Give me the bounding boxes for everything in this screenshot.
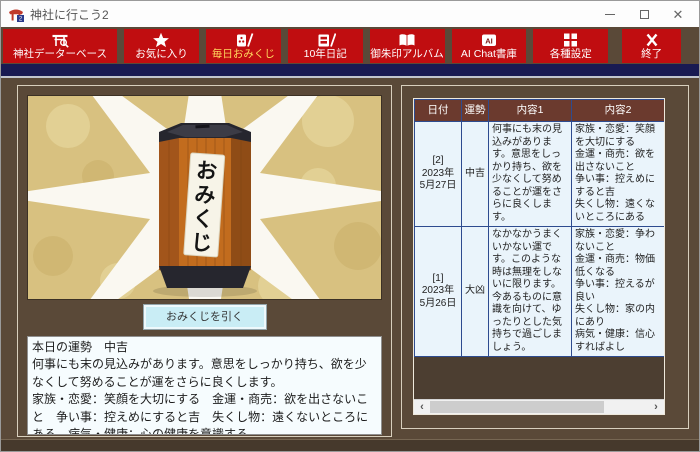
cell-fortune: 大凶: [462, 227, 489, 357]
draw-omikuji-button[interactable]: おみくじを引く: [144, 305, 266, 329]
box-label-char: じ: [190, 231, 213, 255]
exit-button[interactable]: 終了: [622, 29, 681, 63]
header-content2: 内容2: [572, 100, 665, 122]
cell-date: [1] 2023年 5月26日: [415, 227, 462, 357]
omikuji-box-icon: [233, 32, 254, 48]
maximize-icon[interactable]: [627, 3, 661, 25]
cell-content2: 家族・恋愛：笑顔を大切にする 金運・商売：欲を出さないこと 争い事：控えめにする…: [572, 122, 665, 227]
title-bar: 2 神社に行こう2 ✕: [1, 1, 699, 27]
draw-button-row: おみくじを引く: [27, 305, 382, 329]
fortune-result-text: 本日の運勢 中吉 何事にも末の見込みがあります。意思をしっかり持ち、欲を少なくし…: [27, 336, 382, 435]
header-fortune: 運勢: [462, 100, 489, 122]
toolbar-label: 10年日記: [304, 48, 347, 60]
scroll-left-icon[interactable]: ‹: [414, 400, 430, 414]
ten-year-diary-button[interactable]: 10年日記: [288, 29, 363, 63]
goshuin-album-button[interactable]: 御朱印アルバム: [370, 29, 445, 63]
minimize-icon[interactable]: [593, 3, 627, 25]
omikuji-panel: お み く じ おみくじを引く 本日の運勢 中吉 何事にも末の見込みがあります。…: [17, 85, 392, 437]
app-icon: 2: [8, 6, 24, 22]
box-label-char: く: [192, 207, 215, 231]
box-label-char: み: [194, 183, 217, 207]
toolbar-label: 終了: [641, 48, 662, 60]
scrollbar-thumb[interactable]: [430, 401, 604, 413]
diary-icon: [315, 32, 336, 48]
ai-chat-library-button[interactable]: AI AI Chat書庫: [452, 29, 527, 63]
toolbar-label: 神社データーベース: [13, 48, 107, 60]
cell-content1: 何事にも末の見込みがあります。意思をしっかり持ち、欲を少なくして努めることが運を…: [489, 122, 572, 227]
window-title: 神社に行こう2: [30, 6, 109, 23]
toolbar-label: AI Chat書庫: [461, 48, 517, 60]
toolbar-label: 毎日おみくじ: [212, 48, 275, 60]
scroll-right-icon[interactable]: ›: [648, 400, 664, 414]
cell-content1: なかなかうまくいかない運です。このような時は無理をしないに限ります。今あるものに…: [489, 227, 572, 357]
bottom-strip: [1, 439, 699, 451]
shrine-database-button[interactable]: 神社データーベース: [3, 29, 117, 63]
toolbar-label: 各種設定: [550, 48, 592, 60]
exit-x-icon: [643, 32, 661, 48]
navy-header-strip: [1, 64, 699, 76]
grid-icon: [561, 32, 580, 48]
cell-date: [2] 2023年 5月27日: [415, 122, 462, 227]
header-date: 日付: [415, 100, 462, 122]
main-area: お み く じ おみくじを引く 本日の運勢 中吉 何事にも末の見込みがあります。…: [1, 78, 699, 439]
svg-text:AI: AI: [485, 37, 493, 46]
cell-content2: 家族・恋愛：争わないこと 金運・商売：物価低くなる 争い事：控えるが良い 失くし…: [572, 227, 665, 357]
omikuji-box-image: お み く じ: [27, 95, 382, 300]
daily-omikuji-button[interactable]: 毎日おみくじ: [206, 29, 281, 63]
header-content1: 内容1: [489, 100, 572, 122]
ai-badge-icon: AI: [479, 32, 499, 48]
horizontal-scrollbar[interactable]: ‹ ›: [414, 399, 664, 414]
star-icon: [152, 32, 170, 48]
scrollbar-track[interactable]: [430, 400, 648, 414]
settings-button[interactable]: 各種設定: [533, 29, 608, 63]
box-label-char: お: [195, 159, 218, 183]
app-window: 2 神社に行こう2 ✕ 神社データーベース: [0, 0, 700, 452]
toolbar-label: お気に入り: [135, 48, 188, 60]
favorites-button[interactable]: お気に入り: [124, 29, 199, 63]
fortune-history-table: 日付 運勢 内容1 内容2 [2] 2023年 5月27日 中吉 何事にも末の見…: [414, 99, 665, 357]
table-row[interactable]: [1] 2023年 5月26日 大凶 なかなかうまくいかない運です。このような時…: [415, 227, 665, 357]
torii-search-icon: [50, 32, 71, 48]
table-header-row: 日付 運勢 内容1 内容2: [415, 100, 665, 122]
window-controls: ✕: [593, 3, 695, 25]
open-book-icon: [397, 32, 417, 48]
toolbar-label: 御朱印アルバム: [370, 48, 443, 60]
history-listview[interactable]: 日付 運勢 内容1 内容2 [2] 2023年 5月27日 中吉 何事にも末の見…: [413, 98, 665, 415]
history-panel: 日付 運勢 内容1 内容2 [2] 2023年 5月27日 中吉 何事にも末の見…: [401, 85, 689, 429]
cell-fortune: 中吉: [462, 122, 489, 227]
close-icon[interactable]: ✕: [661, 3, 695, 25]
table-row[interactable]: [2] 2023年 5月27日 中吉 何事にも末の見込みがあります。意思をしっか…: [415, 122, 665, 227]
toolbar: 神社データーベース お気に入り 毎日おみくじ: [1, 27, 699, 64]
